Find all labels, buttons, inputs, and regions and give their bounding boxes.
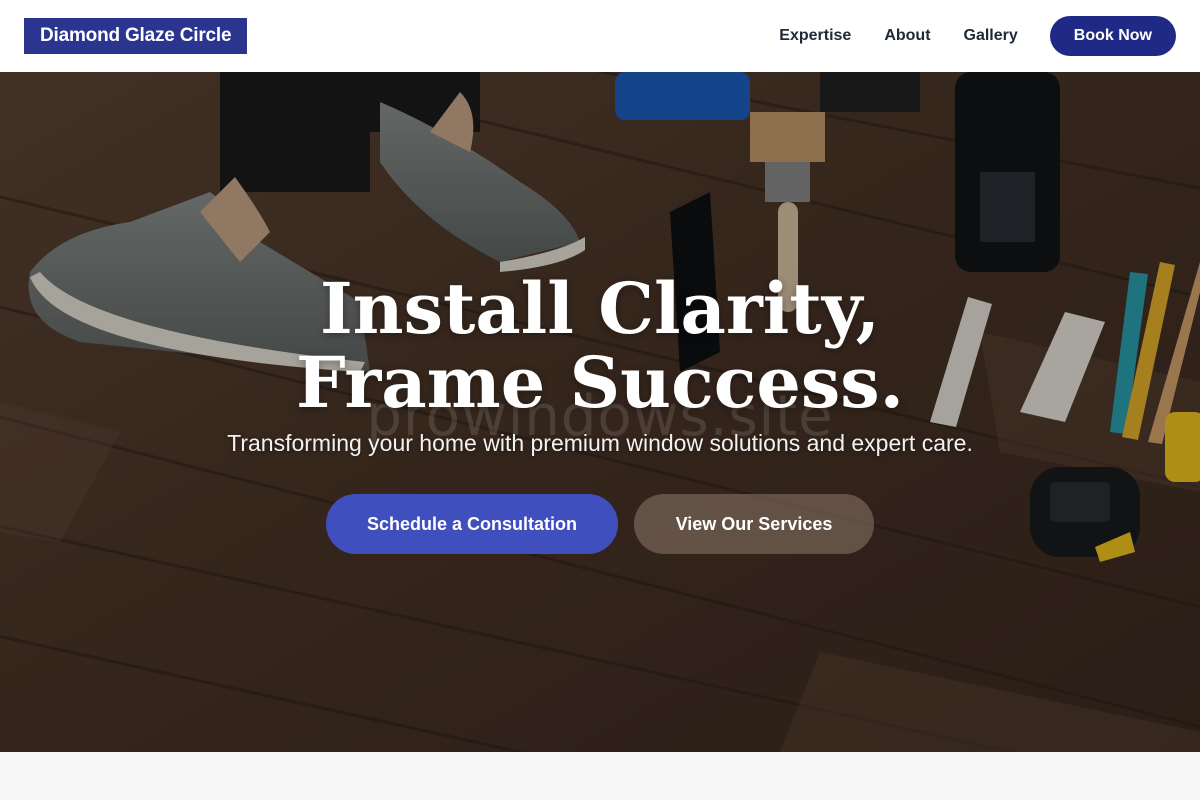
next-section	[0, 752, 1200, 800]
nav-link-about[interactable]: About	[884, 27, 930, 45]
hero-section: prowindows.site Install Clarity, Frame S…	[0, 72, 1200, 752]
hero-content: prowindows.site Install Clarity, Frame S…	[0, 72, 1200, 752]
view-services-button[interactable]: View Our Services	[634, 494, 874, 554]
site-header: Diamond Glaze Circle Expertise About Gal…	[0, 0, 1200, 72]
hero-title-line-1: Install Clarity,	[319, 267, 881, 350]
nav-link-gallery[interactable]: Gallery	[964, 27, 1018, 45]
main-nav: Expertise About Gallery Book Now	[779, 16, 1176, 56]
brand-logo[interactable]: Diamond Glaze Circle	[24, 18, 248, 54]
hero-subtitle: Transforming your home with premium wind…	[227, 430, 973, 456]
hero-title-line-2: Frame Success.	[295, 341, 905, 424]
nav-link-expertise[interactable]: Expertise	[779, 27, 851, 45]
schedule-consultation-button[interactable]: Schedule a Consultation	[326, 494, 618, 554]
hero-cta-group: Schedule a Consultation View Our Service…	[0, 494, 1200, 554]
book-now-button[interactable]: Book Now	[1049, 16, 1176, 56]
hero-title: Install Clarity, Frame Success.	[0, 272, 1200, 420]
